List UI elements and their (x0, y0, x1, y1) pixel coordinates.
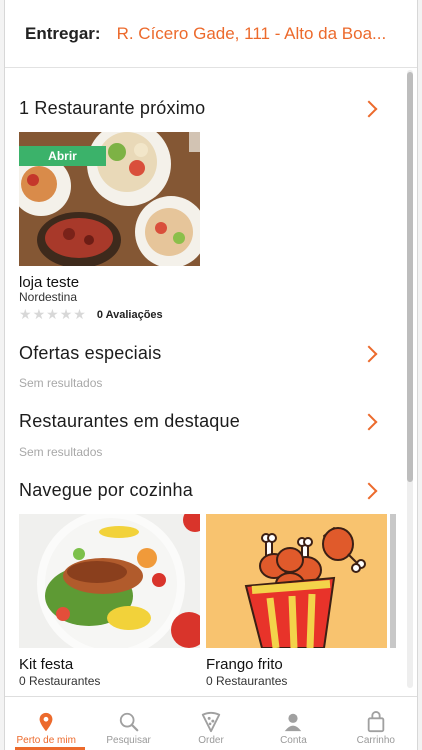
star-icon: ★ (46, 306, 59, 322)
open-status-badge: Abrir (19, 146, 106, 166)
map-pin-icon (39, 712, 53, 732)
nav-item-search[interactable]: Pesquisar (87, 697, 169, 750)
chevron-right-icon[interactable] (360, 482, 378, 499)
nav-label: Pesquisar (106, 735, 151, 746)
section-title-featured: Restaurantes em destaque (19, 411, 240, 431)
user-icon (285, 713, 302, 732)
review-count: 0 Avaliações (96, 308, 163, 321)
section-title-nearby: 1 Restaurante próximo (19, 98, 206, 118)
scrollbar-thumb[interactable] (407, 72, 413, 482)
star-icon: ★ (32, 306, 46, 322)
cuisine-restaurant-count: 0 Restaurantes (19, 674, 101, 688)
chevron-right-icon[interactable] (360, 413, 378, 430)
scrollbar[interactable] (407, 70, 413, 688)
cuisine-name: Frango frito (206, 656, 283, 673)
delivery-address[interactable]: R. Cícero Gade, 111 - Alto da Boa... (117, 24, 402, 44)
section-cuisines-header[interactable]: Navegue por cozinha (19, 480, 379, 501)
cuisine-name: Kit festa (19, 656, 74, 673)
delivery-address-bar[interactable]: Entregar: R. Cícero Gade, 111 - Alto da … (5, 0, 417, 68)
nav-item-cart[interactable]: Carrinho (335, 697, 417, 750)
restaurant-category: Nordestina (19, 290, 78, 304)
rating-stars: ★ ★ ★ ★ ★ 0 Avaliações (19, 306, 163, 323)
chevron-right-icon[interactable] (360, 100, 378, 117)
deliver-label: Entregar: (25, 23, 101, 43)
section-nearby-header[interactable]: 1 Restaurante próximo (19, 98, 379, 119)
cuisine-image-peek (390, 514, 396, 648)
offers-empty-text: Sem resultados (19, 376, 103, 390)
nav-item-nearby[interactable]: Perto de mim (5, 697, 87, 750)
section-featured-header[interactable]: Restaurantes em destaque (19, 411, 379, 432)
section-title-offers: Ofertas especiais (19, 343, 162, 363)
nav-label: Order (198, 735, 224, 746)
pizza-icon (201, 711, 221, 733)
bottom-navigation: Perto de mim Pesquisar Order Conta Carri… (5, 696, 417, 750)
section-title-cuisines: Navegue por cozinha (19, 480, 193, 500)
cuisine-restaurant-count: 0 Restaurantes (206, 674, 288, 688)
star-icon: ★ (59, 306, 73, 322)
cuisine-card[interactable]: Frango frito 0 Restaurantes (206, 514, 387, 688)
nav-item-account[interactable]: Conta (252, 697, 334, 750)
nav-label: Perto de mim (16, 735, 76, 746)
app-screen: Entregar: R. Cícero Gade, 111 - Alto da … (4, 0, 418, 750)
nav-label: Conta (280, 735, 307, 746)
cuisine-image[interactable] (19, 514, 200, 648)
search-icon (119, 712, 138, 732)
cuisine-image[interactable] (206, 514, 387, 648)
chevron-right-icon[interactable] (360, 345, 378, 362)
featured-empty-text: Sem resultados (19, 445, 103, 459)
nav-item-order[interactable]: Order (170, 697, 252, 750)
star-icon: ★ (73, 306, 86, 322)
cuisine-card[interactable]: Kit festa 0 Restaurantes (19, 514, 200, 688)
section-offers-header[interactable]: Ofertas especiais (19, 343, 379, 364)
star-icon: ★ (19, 306, 32, 322)
restaurant-name[interactable]: loja teste (19, 274, 79, 291)
main-content: 1 Restaurante próximo Abrir loja teste N… (5, 68, 417, 696)
bag-icon (367, 711, 385, 733)
nav-label: Carrinho (356, 735, 395, 746)
